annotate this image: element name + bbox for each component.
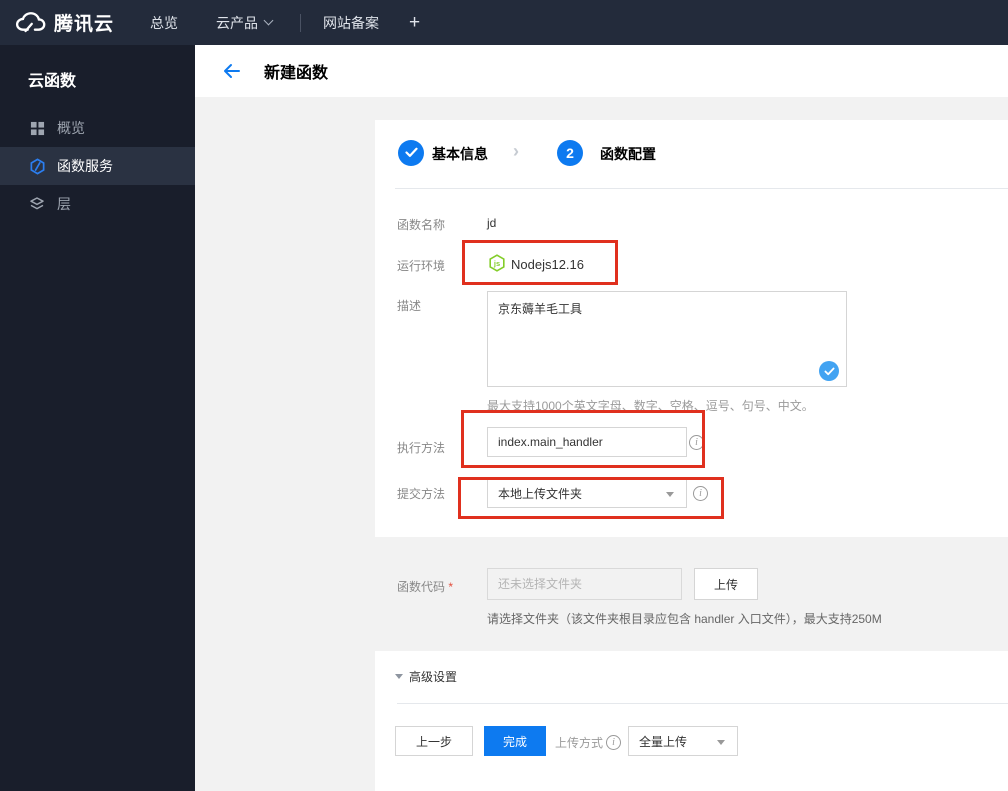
grid-icon xyxy=(28,119,46,137)
layers-icon xyxy=(28,195,46,213)
function-code-label: 函数代码 * xyxy=(397,578,453,595)
upload-mode-value: 全量上传 xyxy=(639,734,688,749)
triangle-down-icon xyxy=(395,674,403,679)
runtime-label: 运行环境 xyxy=(397,259,446,273)
function-code-label-text: 函数代码 xyxy=(397,580,446,594)
nav-item-overview[interactable]: 总览 xyxy=(150,13,178,33)
function-name-value: jd xyxy=(487,216,497,230)
valid-check-circle-icon xyxy=(819,361,839,381)
step-chevron-icon: › xyxy=(513,141,519,161)
sidebar-item-label: 层 xyxy=(57,196,71,212)
previous-step-button[interactable]: 上一步 xyxy=(395,726,473,756)
scf-hexagon-icon xyxy=(28,157,46,175)
select-caret-icon xyxy=(717,740,725,745)
sidebar-item-overview[interactable]: 概览 xyxy=(0,109,195,147)
top-navbar: 腾讯云 总览 云产品 网站备案 + xyxy=(0,0,1008,45)
handler-label: 执行方法 xyxy=(397,441,446,455)
description-label: 描述 xyxy=(397,299,422,313)
tencent-cloud-logo[interactable]: 腾讯云 xyxy=(14,9,114,36)
steps-divider xyxy=(395,188,1008,189)
description-hint: 最大支持1000个英文字母、数字、空格、逗号、句号、中文。 xyxy=(487,399,814,413)
cloud-logo-icon xyxy=(14,10,46,36)
finish-button[interactable]: 完成 xyxy=(484,726,546,756)
create-function-card: 基本信息 › 2 函数配置 函数名称 jd 运行环境 js Nodejs12.1… xyxy=(375,120,1008,791)
runtime-value: Nodejs12.16 xyxy=(511,257,584,272)
nodejs-icon: js xyxy=(488,254,506,277)
sidebar-item-layer[interactable]: 层 xyxy=(0,185,195,223)
add-tab-button[interactable]: + xyxy=(409,12,420,34)
function-name-label: 函数名称 xyxy=(397,218,446,232)
nav-item-products[interactable]: 云产品 xyxy=(216,13,274,33)
nav-divider xyxy=(300,13,302,32)
check-icon xyxy=(404,145,418,161)
svg-text:js: js xyxy=(493,259,500,268)
select-caret-icon xyxy=(666,492,674,497)
upload-mode-label-text: 上传方式 xyxy=(555,736,604,750)
sidebar-item-label: 函数服务 xyxy=(57,158,113,174)
advanced-settings-label: 高级设置 xyxy=(409,670,458,684)
step2-label: 函数配置 xyxy=(600,146,656,162)
step1-label[interactable]: 基本信息 xyxy=(432,144,488,164)
sidebar-title: 云函数 xyxy=(28,73,77,90)
upload-mode-label: 上传方式 i xyxy=(555,734,622,751)
sidebar: 云函数 概览 函数服务 层 xyxy=(0,45,195,791)
page-title: 新建函数 xyxy=(264,65,329,82)
sidebar-item-function-service[interactable]: 函数服务 xyxy=(0,147,195,185)
submit-method-value: 本地上传文件夹 xyxy=(498,486,583,501)
page-header: 新建函数 xyxy=(195,45,1008,97)
advanced-settings-toggle[interactable]: 高级设置 xyxy=(395,668,457,685)
nav-products-label: 云产品 xyxy=(216,14,259,31)
folder-note: 请选择文件夹（该文件夹根目录应包含 handler 入口文件），最大支持250M xyxy=(487,612,882,626)
function-code-section: 函数代码 * 上传 请选择文件夹（该文件夹根目录应包含 handler 入口文件… xyxy=(375,537,1008,651)
submit-method-label: 提交方法 xyxy=(397,487,446,501)
submit-method-info-icon[interactable]: i xyxy=(693,486,708,501)
advanced-divider xyxy=(397,703,1008,704)
handler-info-icon[interactable]: i xyxy=(689,435,704,450)
chevron-down-icon xyxy=(263,15,274,26)
submit-method-select[interactable]: 本地上传文件夹 xyxy=(487,478,687,508)
upload-mode-info-icon[interactable]: i xyxy=(606,735,622,750)
required-asterisk: * xyxy=(448,580,454,594)
upload-button[interactable]: 上传 xyxy=(694,568,758,600)
nav-item-icp[interactable]: 网站备案 xyxy=(323,13,379,33)
brand-name: 腾讯云 xyxy=(54,14,115,35)
handler-input[interactable] xyxy=(487,427,687,457)
step1-done-circle xyxy=(398,140,424,166)
step2-number-circle: 2 xyxy=(557,140,583,166)
back-arrow-icon[interactable] xyxy=(222,62,242,80)
folder-path-input[interactable] xyxy=(487,568,682,600)
sidebar-item-label: 概览 xyxy=(57,120,85,136)
upload-mode-select[interactable]: 全量上传 xyxy=(628,726,738,756)
description-textarea[interactable]: 京东薅羊毛工具 xyxy=(487,291,847,387)
